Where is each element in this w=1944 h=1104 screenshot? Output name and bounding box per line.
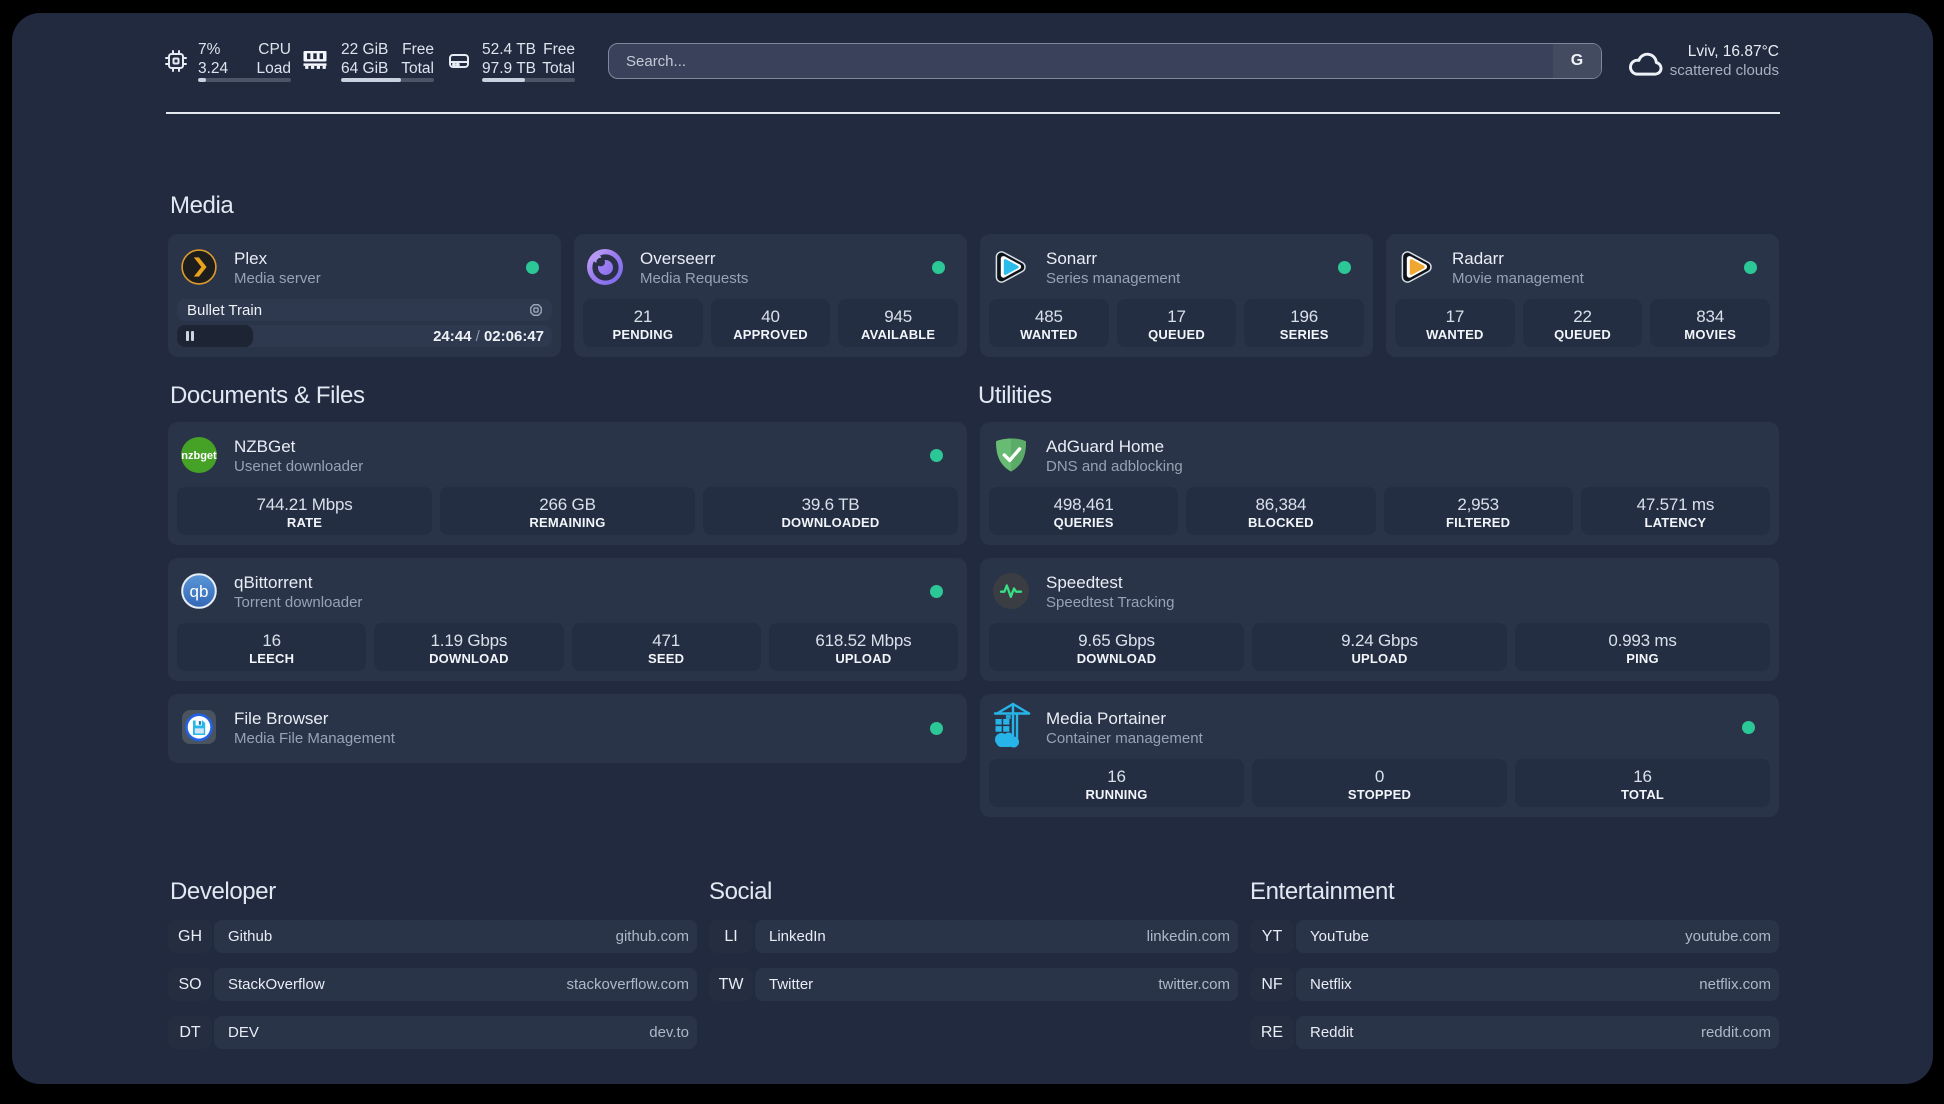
- svg-text:nzbget: nzbget: [181, 450, 217, 462]
- svg-text:qb: qb: [190, 582, 209, 601]
